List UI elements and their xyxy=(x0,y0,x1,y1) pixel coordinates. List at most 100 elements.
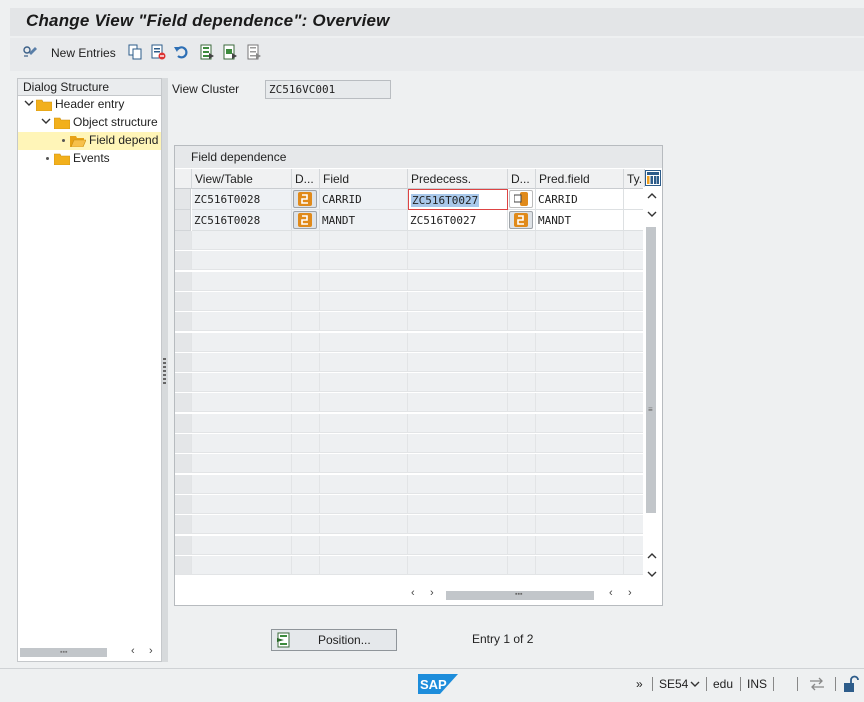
scroll-up-icon[interactable] xyxy=(646,551,658,561)
tree-item-object-structure[interactable]: Object structure xyxy=(22,114,161,132)
empty-cell xyxy=(536,434,624,453)
empty-cell xyxy=(192,352,292,372)
folder-icon xyxy=(54,117,70,129)
value-help-button[interactable] xyxy=(509,211,533,229)
tree-item-events[interactable]: Events xyxy=(22,150,161,168)
vertical-scrollbar-thumb[interactable]: ≡ xyxy=(646,227,656,513)
cell-pred-field[interactable]: MANDT xyxy=(536,210,624,231)
cell-field: CARRID xyxy=(320,189,408,210)
empty-cell xyxy=(320,413,408,433)
scroll-down-icon[interactable] xyxy=(646,569,658,579)
empty-cell xyxy=(536,373,624,393)
column-header-view-table[interactable]: View/Table xyxy=(192,169,292,189)
copy-icon[interactable] xyxy=(127,44,143,60)
empty-cell xyxy=(192,515,292,535)
empty-cell xyxy=(192,535,292,555)
vertical-scrollbar[interactable]: ≡ xyxy=(643,187,661,584)
cell-predecessor-input[interactable]: ZC516T0027 xyxy=(408,189,508,210)
row-selector[interactable] xyxy=(175,231,192,250)
value-help-button[interactable] xyxy=(293,190,317,208)
empty-cell xyxy=(320,231,408,250)
value-help-button[interactable] xyxy=(509,190,533,208)
transaction-code[interactable]: SE54 xyxy=(659,677,688,691)
scroll-right-icon[interactable]: › xyxy=(149,645,153,657)
lock-icon[interactable] xyxy=(843,675,859,693)
row-selector[interactable] xyxy=(175,474,192,494)
empty-cell xyxy=(624,434,645,453)
scroll-right-icon[interactable]: › xyxy=(628,587,632,599)
horizontal-scrollbar-thumb[interactable]: ▪▪▪ xyxy=(20,648,107,657)
empty-cell xyxy=(408,332,508,352)
status-expand-chevrons[interactable]: » xyxy=(636,677,643,691)
column-header-pred-field[interactable]: Pred.field xyxy=(536,169,624,189)
separator xyxy=(835,677,836,691)
row-selector[interactable] xyxy=(175,393,192,413)
display-change-icon[interactable] xyxy=(22,44,38,60)
empty-cell xyxy=(536,393,624,413)
window-title: Change View "Field dependence": Overview xyxy=(26,11,390,30)
row-selector[interactable] xyxy=(175,210,191,231)
row-selector[interactable] xyxy=(175,332,192,352)
scroll-left-icon[interactable]: ‹ xyxy=(411,587,415,599)
table-settings-icon[interactable] xyxy=(645,170,661,186)
empty-cell xyxy=(320,373,408,393)
empty-cell xyxy=(536,474,624,494)
row-selector[interactable] xyxy=(175,434,192,453)
value-help-icon xyxy=(514,192,528,206)
row-selector[interactable] xyxy=(175,271,192,291)
value-help-button[interactable] xyxy=(293,211,317,229)
row-selector[interactable] xyxy=(175,515,192,535)
empty-cell xyxy=(536,352,624,372)
scroll-left-icon[interactable]: ‹ xyxy=(131,645,135,657)
row-selector[interactable] xyxy=(175,555,192,575)
column-header-d1[interactable]: D... xyxy=(292,169,320,189)
scroll-left-icon[interactable]: ‹ xyxy=(609,587,613,599)
scroll-down-icon[interactable] xyxy=(646,209,658,219)
column-header-field[interactable]: Field xyxy=(320,169,408,189)
insert-mode[interactable]: INS xyxy=(747,677,767,691)
empty-cell xyxy=(536,413,624,433)
cell-predecessor-input[interactable]: ZC516T0027 xyxy=(408,210,508,231)
row-selector[interactable] xyxy=(175,535,192,555)
delete-icon[interactable] xyxy=(150,44,166,60)
empty-cell xyxy=(536,291,624,311)
row-selector[interactable] xyxy=(175,413,192,433)
row-selector[interactable] xyxy=(175,352,192,372)
chevron-down-icon[interactable] xyxy=(41,116,51,126)
chevron-down-icon[interactable] xyxy=(24,98,34,108)
tree-item-field-dependence[interactable]: Field depend xyxy=(18,132,161,150)
row-selector[interactable] xyxy=(175,454,192,474)
horizontal-scrollbar[interactable]: ‹ › ▪▪▪ ‹ › xyxy=(405,587,645,602)
column-header-type[interactable]: Ty. xyxy=(624,169,645,189)
row-selector[interactable] xyxy=(175,251,192,271)
row-selector[interactable] xyxy=(175,494,192,514)
select-block-icon[interactable] xyxy=(222,44,238,60)
row-selector-header[interactable] xyxy=(175,169,192,189)
new-entries-button[interactable]: New Entries xyxy=(51,46,116,60)
empty-cell xyxy=(408,231,508,250)
row-selector[interactable] xyxy=(175,312,192,332)
tree-item-header-entry[interactable]: Header entry xyxy=(22,96,161,114)
position-button[interactable]: Position... xyxy=(271,629,397,651)
cell-pred-field[interactable]: CARRID xyxy=(536,189,624,210)
cell-type[interactable] xyxy=(624,210,645,231)
sap-logo-icon: SAP xyxy=(418,674,458,694)
row-selector[interactable] xyxy=(175,189,191,210)
connection-icon[interactable] xyxy=(808,676,826,692)
column-header-d2[interactable]: D... xyxy=(508,169,536,189)
chevron-down-icon[interactable] xyxy=(690,680,700,688)
deselect-all-icon[interactable] xyxy=(246,44,262,60)
scroll-up-icon[interactable] xyxy=(646,191,658,201)
panel-splitter[interactable] xyxy=(162,78,168,662)
select-all-icon[interactable] xyxy=(199,44,215,60)
scroll-right-icon[interactable]: › xyxy=(430,587,434,599)
undo-icon[interactable] xyxy=(173,44,189,60)
column-header-predecessor[interactable]: Predecess. xyxy=(408,169,508,189)
empty-cell xyxy=(536,535,624,555)
cell-type[interactable] xyxy=(624,189,645,210)
tree-item-label: Events xyxy=(73,151,110,165)
row-selector[interactable] xyxy=(175,291,192,311)
empty-cell xyxy=(508,352,536,372)
empty-cell xyxy=(408,413,508,433)
row-selector[interactable] xyxy=(175,373,192,393)
